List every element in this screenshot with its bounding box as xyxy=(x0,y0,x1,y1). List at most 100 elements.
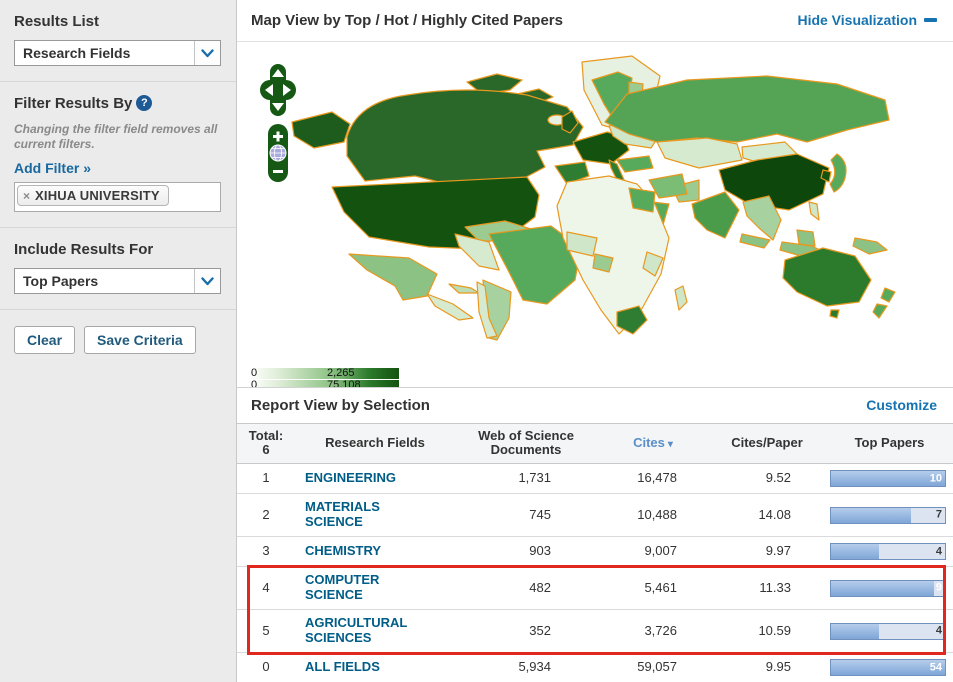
top-papers-bar-fill xyxy=(831,580,934,596)
report-header: Report View by Selection Customize xyxy=(237,387,953,422)
table-row: 0 ALL FIELDS 5,934 59,057 9.95 54 xyxy=(237,652,953,682)
help-icon[interactable]: ? xyxy=(136,95,153,111)
zoom-out-icon xyxy=(273,169,283,173)
world-map[interactable]: 0 2,265 0 75,108 xyxy=(237,41,953,388)
row-docs: 352 xyxy=(455,609,597,653)
research-field-link[interactable]: CHEMISTRY xyxy=(305,543,381,559)
row-field-cell: COMPUTER SCIENCE xyxy=(295,566,455,610)
column-header-wos-documents[interactable]: Web of Science Documents xyxy=(455,422,597,465)
research-field-link[interactable]: ALL FIELDS xyxy=(305,659,380,675)
country-cuba xyxy=(448,283,480,294)
report-table-wrap: Total: 6 Research Fields Web of Science … xyxy=(237,422,953,682)
country-malaysia xyxy=(739,233,771,249)
esi-app: Results List Research Fields Filter Resu… xyxy=(0,0,953,682)
row-rank: 2 xyxy=(237,493,295,537)
row-rank: 5 xyxy=(237,609,295,653)
top-papers-value: 9 xyxy=(935,581,942,594)
row-field-cell: ALL FIELDS xyxy=(295,652,455,682)
legend-max: 75,108 xyxy=(327,379,361,388)
top-papers-bar-fill xyxy=(831,623,879,639)
main-panel: Map View by Top / Hot / Highly Cited Pap… xyxy=(237,0,953,682)
top-papers-value: 7 xyxy=(935,508,942,521)
chevron-down-icon[interactable] xyxy=(194,41,220,65)
column-header-top-papers[interactable]: Top Papers xyxy=(825,422,953,465)
top-papers-bar: 9 xyxy=(830,579,946,597)
country-china xyxy=(718,153,830,211)
customize-link[interactable]: Customize xyxy=(866,397,937,413)
filter-note: Changing the filter field removes all cu… xyxy=(14,122,218,151)
row-rank: 0 xyxy=(237,652,295,682)
row-field-cell: CHEMISTRY xyxy=(295,536,455,567)
research-field-link[interactable]: MATERIALS SCIENCE xyxy=(305,499,437,530)
include-results-section: Include Results For Top Papers xyxy=(0,228,236,310)
world-choropleth-svg xyxy=(260,55,896,341)
row-top-papers-cell: 9 xyxy=(825,566,953,610)
row-docs: 745 xyxy=(455,493,597,537)
results-list-section: Results List Research Fields xyxy=(0,0,236,82)
total-count: 6 xyxy=(262,442,270,458)
legend-max: 2,265 xyxy=(327,368,355,380)
report-title: Report View by Selection xyxy=(251,396,430,414)
map-zoom-control[interactable] xyxy=(268,123,288,182)
row-cites: 5,461 xyxy=(597,566,709,610)
country-turkey xyxy=(616,155,654,173)
country-papua-new-guinea xyxy=(852,237,888,255)
sort-descending-icon: ▾ xyxy=(667,438,673,450)
table-header-row: Total: 6 Research Fields Web of Science … xyxy=(237,422,953,465)
country-borneo xyxy=(796,229,816,247)
row-rank: 4 xyxy=(237,566,295,610)
research-field-link[interactable]: COMPUTER SCIENCE xyxy=(305,572,437,603)
include-results-dropdown-value: Top Papers xyxy=(23,273,99,289)
row-top-papers-cell: 7 xyxy=(825,493,953,537)
top-papers-value: 4 xyxy=(935,545,942,558)
filter-title-text: Filter Results By xyxy=(14,95,133,112)
filter-tags-box[interactable]: × XIHUA UNIVERSITY xyxy=(14,182,221,212)
research-field-link[interactable]: AGRICULTURAL SCIENCES xyxy=(305,615,437,646)
legend-scale-top-papers: 0 2,265 xyxy=(249,368,399,380)
results-list-dropdown[interactable]: Research Fields xyxy=(14,40,221,66)
filter-tag[interactable]: × XIHUA UNIVERSITY xyxy=(17,185,169,206)
hide-visualization-link[interactable]: Hide Visualization xyxy=(797,12,937,28)
results-list-title: Results List xyxy=(14,13,100,30)
map-title: Map View by Top / Hot / Highly Cited Pap… xyxy=(251,11,563,29)
country-philippines xyxy=(808,201,820,221)
top-papers-bar-fill xyxy=(831,471,945,487)
row-cites-per-paper: 9.95 xyxy=(709,652,825,682)
map-pan-control[interactable] xyxy=(260,63,296,116)
legend-scale-secondary: 0 75,108 xyxy=(249,379,399,388)
row-cites-per-paper: 11.33 xyxy=(709,566,825,610)
top-papers-bar: 7 xyxy=(830,506,946,524)
column-header-cites[interactable]: Cites ▾ xyxy=(597,422,709,465)
row-rank: 3 xyxy=(237,536,295,567)
top-papers-bar: 4 xyxy=(830,543,946,561)
minus-icon xyxy=(924,18,937,23)
map-legend: 0 2,265 0 75,108 xyxy=(249,368,399,388)
clear-button[interactable]: Clear xyxy=(14,326,76,354)
sidebar-buttons: Clear Save Criteria xyxy=(0,310,236,370)
row-cites-per-paper: 9.52 xyxy=(765,470,791,486)
country-australia xyxy=(782,247,872,307)
country-central-asia xyxy=(656,137,743,169)
row-cites: 16,478 xyxy=(637,470,677,486)
filter-tag-label: XIHUA UNIVERSITY xyxy=(35,188,160,203)
row-field-cell: AGRICULTURAL SCIENCES xyxy=(295,609,455,653)
remove-filter-icon[interactable]: × xyxy=(23,189,30,203)
add-filter-link[interactable]: Add Filter » xyxy=(14,160,91,176)
row-cites: 10,488 xyxy=(597,493,709,537)
column-header-cites-per-paper[interactable]: Cites/Paper xyxy=(709,422,825,465)
hide-visualization-label: Hide Visualization xyxy=(797,12,917,29)
row-cites-per-paper: 9.97 xyxy=(709,536,825,567)
row-top-papers-cell: 10 xyxy=(825,464,953,494)
column-header-research-fields[interactable]: Research Fields xyxy=(295,422,455,465)
country-egypt xyxy=(628,187,656,213)
country-madagascar xyxy=(674,285,688,311)
research-field-link[interactable]: ENGINEERING xyxy=(305,470,396,486)
country-tasmania xyxy=(829,309,840,319)
chevron-down-icon[interactable] xyxy=(194,269,220,293)
table-row: 4 COMPUTER SCIENCE 482 5,461 11.33 9 xyxy=(237,566,953,610)
country-canada xyxy=(346,89,584,187)
include-results-dropdown[interactable]: Top Papers xyxy=(14,268,221,294)
save-criteria-button[interactable]: Save Criteria xyxy=(84,326,196,354)
table-row: 2 MATERIALS SCIENCE 745 10,488 14.08 7 xyxy=(237,493,953,537)
row-top-papers-cell: 4 xyxy=(825,609,953,653)
